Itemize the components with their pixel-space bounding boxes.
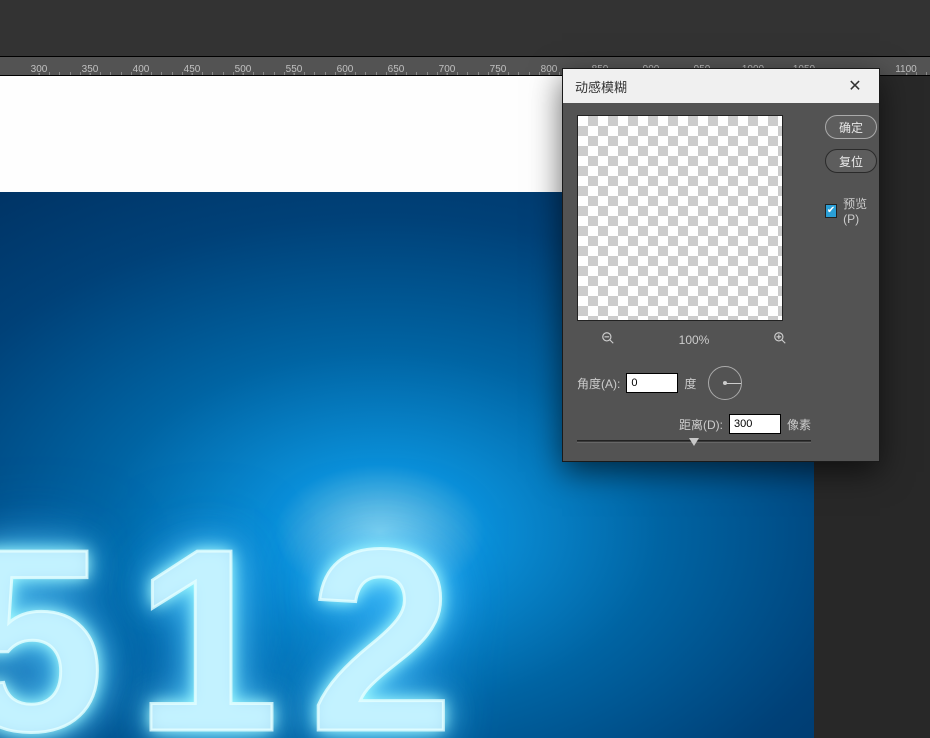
dialog-header[interactable]: 动感模糊 ✕ <box>563 69 879 103</box>
ruler-tick: 550 <box>286 64 303 75</box>
ruler-tick: 500 <box>235 64 252 75</box>
zoom-out-icon[interactable] <box>601 331 615 348</box>
zoom-controls: 100% <box>601 331 787 348</box>
distance-slider[interactable] <box>577 440 811 443</box>
app-top-area <box>0 0 930 56</box>
ruler-tick: 600 <box>337 64 354 75</box>
dialog-left-column: 100% 角度(A): 度 距离(D): 像素 <box>577 115 811 443</box>
canvas-text: 512 <box>0 492 484 738</box>
ruler-tick: 800 <box>541 64 558 75</box>
angle-row: 角度(A): 度 <box>577 366 811 400</box>
ruler-tick: 450 <box>184 64 201 75</box>
reset-button[interactable]: 复位 <box>825 149 877 173</box>
dialog-title: 动感模糊 <box>575 77 627 96</box>
checker-pattern <box>578 116 782 320</box>
distance-row: 距离(D): 像素 <box>577 414 811 434</box>
angle-unit: 度 <box>684 375 696 392</box>
ruler-tick: 350 <box>82 64 99 75</box>
zoom-in-icon[interactable] <box>773 331 787 348</box>
ruler-tick: 700 <box>439 64 456 75</box>
preview-checkbox[interactable]: ✔ <box>825 204 837 218</box>
angle-input[interactable] <box>626 373 678 393</box>
ruler-tick: 300 <box>31 64 48 75</box>
slider-thumb[interactable] <box>689 438 699 446</box>
ruler-tick: 750 <box>490 64 507 75</box>
angle-label: 角度(A): <box>577 375 620 392</box>
preview-checkbox-row[interactable]: ✔ 预览(P) <box>825 195 877 226</box>
ruler-tick: 650 <box>388 64 405 75</box>
preview-thumbnail[interactable] <box>577 115 783 321</box>
close-icon[interactable]: ✕ <box>843 76 867 96</box>
preview-label: 预览(P) <box>843 195 877 226</box>
distance-label: 距离(D): <box>679 416 723 433</box>
dialog-body: 100% 角度(A): 度 距离(D): 像素 <box>563 103 879 461</box>
angle-dial[interactable] <box>708 366 742 400</box>
ruler-tick: 1100 <box>895 64 917 75</box>
ruler-tick: 400 <box>133 64 150 75</box>
dialog-right-column: 确定 复位 ✔ 预览(P) <box>825 115 877 443</box>
zoom-level-label: 100% <box>679 333 710 347</box>
distance-input[interactable] <box>729 414 781 434</box>
motion-blur-dialog: 动感模糊 ✕ 100% 角度(A): 度 <box>562 68 880 462</box>
distance-unit: 像素 <box>787 416 811 433</box>
ok-button[interactable]: 确定 <box>825 115 877 139</box>
